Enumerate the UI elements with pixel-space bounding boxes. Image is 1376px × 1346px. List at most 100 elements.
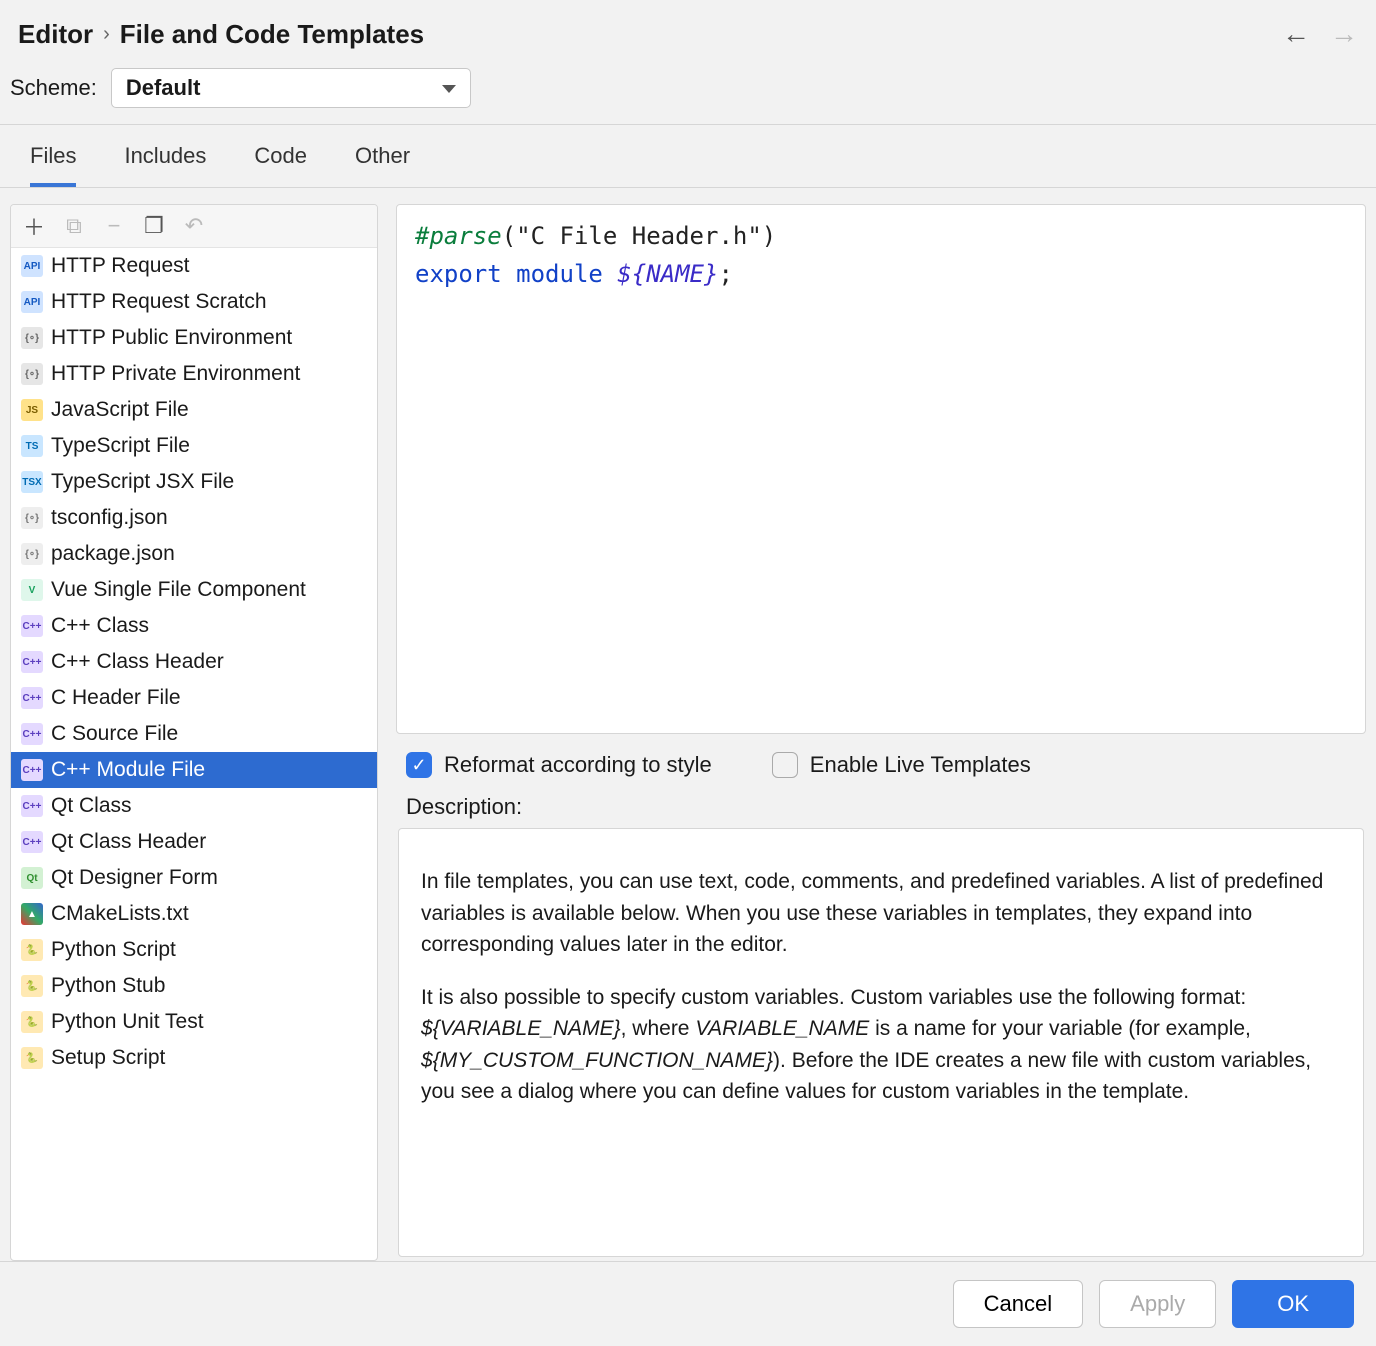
list-item-label: C++ Module File [51,758,205,782]
list-item[interactable]: {∘}tsconfig.json [11,500,377,536]
cancel-button[interactable]: Cancel [953,1280,1083,1328]
cpp-file-icon: C++ [21,795,43,817]
list-item[interactable]: C++ Qt Class Header [11,824,377,860]
nav-forward-icon: → [1330,18,1358,50]
tab-files[interactable]: Files [30,143,76,187]
undo-icon: ↶ [183,215,205,237]
js-file-icon: JS [21,399,43,421]
list-item[interactable]: {∘}HTTP Private Environment [11,356,377,392]
cpp-file-icon: C++ [21,615,43,637]
list-item[interactable]: C++ C++ Module File [11,752,377,788]
add-from-icon: ⧉ [63,215,85,237]
cmk-file-icon: ▲ [21,903,43,925]
list-item[interactable]: TSTypeScript File [11,428,377,464]
cpp-file-icon: C++ [21,687,43,709]
editor-token: ${NAME} [617,260,718,288]
template-list[interactable]: API HTTP Request API HTTP Request Scratch {∘… [11,248,377,1260]
http-file-icon: {∘} [21,363,43,385]
list-item-label: C Source File [51,722,178,746]
py-file-icon: 🐍 [21,975,43,997]
breadcrumb-current: File and Code Templates [120,19,424,50]
json-file-icon: {∘} [21,543,43,565]
description-p1: In file templates, you can use text, cod… [421,866,1341,961]
list-item-label: C Header File [51,686,181,710]
chevron-right-icon: › [103,23,110,46]
list-item[interactable]: C++C++ Class Header [11,644,377,680]
cpp-file-icon: C++ [21,831,43,853]
qt-file-icon: Qt [21,867,43,889]
list-item[interactable]: C++Qt Class [11,788,377,824]
tab-includes[interactable]: Includes [124,143,206,187]
nav-back-icon[interactable]: ← [1282,18,1310,50]
breadcrumb-parent[interactable]: Editor [18,19,93,50]
cpp-file-icon: C++ [21,759,43,781]
list-item[interactable]: C++ C Header File [11,680,377,716]
header: Editor › File and Code Templates ← → [0,0,1376,60]
editor-token: export module [415,260,617,288]
list-item[interactable]: Qt Qt Designer Form [11,860,377,896]
editor-token: #parse [415,222,502,250]
api-file-icon: API [21,255,43,277]
dialog-footer: Cancel Apply OK [0,1261,1376,1346]
list-item-label: HTTP Request [51,254,190,278]
editor-token: ("C File Header.h") [502,222,777,250]
tab-code[interactable]: Code [254,143,307,187]
tabs: Files Includes Code Other [0,125,1376,188]
breadcrumb: Editor › File and Code Templates [18,19,424,50]
editor-token: ; [718,260,732,288]
description-p2: It is also possible to specify custom va… [421,982,1341,1108]
live-templates-label: Enable Live Templates [810,752,1031,778]
list-item-label: Qt Class Header [51,830,206,854]
ok-button[interactable]: OK [1232,1280,1354,1328]
json-file-icon: {∘} [21,507,43,529]
list-item-label: Python Unit Test [51,1010,204,1034]
http-file-icon: {∘} [21,327,43,349]
reformat-checkbox[interactable]: ✓ Reformat according to style [406,752,712,778]
list-item[interactable]: 🐍Python Stub [11,968,377,1004]
add-icon[interactable]: ＋ [23,215,45,237]
template-panel: ＋ ⧉ − ❐ ↶ APIHTTP RequestAPIHTTP Request… [10,204,378,1261]
list-item[interactable]: ▲ CMakeLists.txt [11,896,377,932]
list-item-label: TypeScript JSX File [51,470,234,494]
description-label: Description: [396,788,1366,828]
tab-other[interactable]: Other [355,143,410,187]
template-options: ✓ Reformat according to style Enable Liv… [396,734,1366,788]
list-item-label: TypeScript File [51,434,190,458]
reformat-label: Reformat according to style [444,752,712,778]
list-item[interactable]: 🐍 Python Script [11,932,377,968]
template-editor[interactable]: #parse("C File Header.h") export module … [396,204,1366,734]
variable-format: ${VARIABLE_NAME} [421,1017,621,1040]
list-item[interactable]: {∘} package.json [11,536,377,572]
list-item[interactable]: TSXTypeScript JSX File [11,464,377,500]
vue-file-icon: V [21,579,43,601]
api-file-icon: API [21,291,43,313]
list-item[interactable]: API HTTP Request [11,248,377,284]
list-item[interactable]: API HTTP Request Scratch [11,284,377,320]
list-item[interactable]: JS JavaScript File [11,392,377,428]
py-file-icon: 🐍 [21,939,43,961]
text: is a name for your variable (for example… [869,1017,1251,1040]
list-item-label: JavaScript File [51,398,189,422]
apply-button: Apply [1099,1280,1216,1328]
list-item[interactable]: 🐍Python Unit Test [11,1004,377,1040]
list-item[interactable]: {∘}HTTP Public Environment [11,320,377,356]
list-item[interactable]: C++C Source File [11,716,377,752]
list-item-label: HTTP Request Scratch [51,290,267,314]
text: , where [621,1017,696,1040]
list-item-label: C++ Class Header [51,650,224,674]
list-item-label: CMakeLists.txt [51,902,189,926]
list-item-label: Vue Single File Component [51,578,306,602]
list-item-label: Qt Designer Form [51,866,218,890]
scheme-label: Scheme: [10,75,97,101]
list-item-label: package.json [51,542,175,566]
list-item[interactable]: V Vue Single File Component [11,572,377,608]
list-item[interactable]: C++ C++ Class [11,608,377,644]
description-box[interactable]: In file templates, you can use text, cod… [398,828,1364,1257]
scheme-select[interactable]: Default [111,68,471,108]
list-item-label: Python Script [51,938,176,962]
list-item-label: C++ Class [51,614,149,638]
live-templates-checkbox[interactable]: Enable Live Templates [772,752,1031,778]
list-item[interactable]: 🐍Setup Script [11,1040,377,1076]
copy-icon[interactable]: ❐ [143,215,165,237]
variable-example: ${MY_CUSTOM_FUNCTION_NAME} [421,1049,773,1072]
